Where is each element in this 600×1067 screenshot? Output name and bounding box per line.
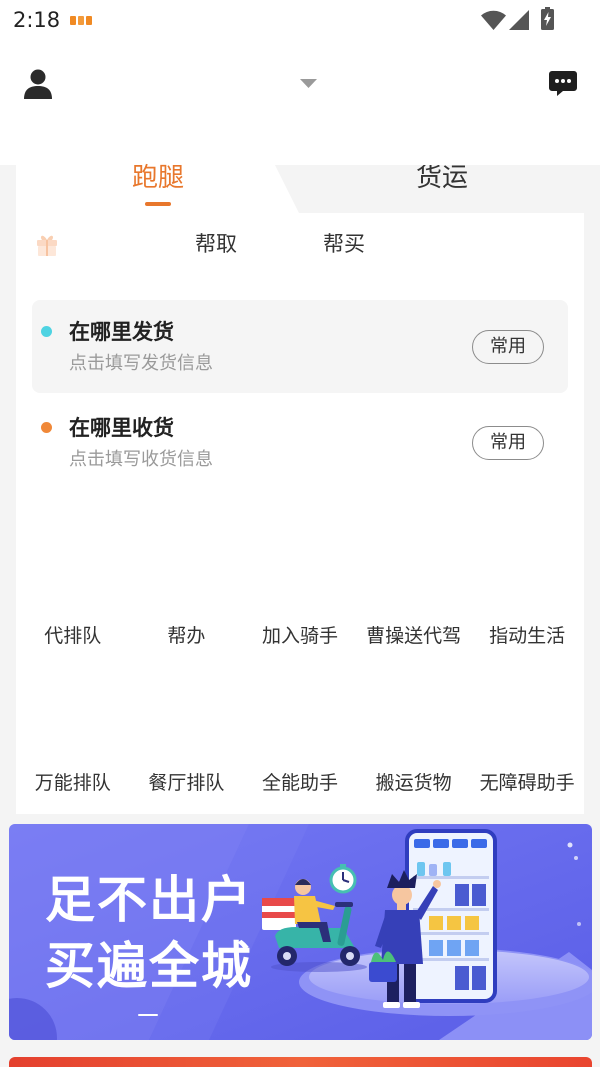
app-notification-icon bbox=[70, 15, 92, 26]
top-header bbox=[0, 42, 600, 165]
service-item[interactable]: 搬运货物 bbox=[357, 667, 471, 814]
service-item[interactable]: 代排队 bbox=[16, 520, 130, 667]
service-item[interactable]: 加入骑手 bbox=[243, 520, 357, 667]
wifi-icon bbox=[481, 10, 506, 30]
messages-button[interactable] bbox=[545, 67, 581, 100]
profile-button[interactable] bbox=[20, 65, 56, 103]
service-item[interactable]: 无障碍助手 bbox=[470, 667, 584, 814]
tab-label: 跑腿 bbox=[131, 163, 184, 193]
chevron-down-icon bbox=[300, 78, 317, 88]
service-label: 帮办 bbox=[167, 625, 206, 647]
status-time: 2:18 bbox=[13, 8, 61, 32]
tab-label: 货运 bbox=[415, 163, 468, 193]
order-card: 跑腿 货运 帮取 帮买 在哪里发货 点击填写发货信息 常用 在哪里收货 点击填写… bbox=[16, 163, 584, 520]
service-label: 曹操送代驾 bbox=[366, 625, 462, 647]
delivery-dot bbox=[41, 422, 52, 433]
delivery-hint: 点击填写收货信息 bbox=[69, 449, 213, 470]
gift-box-icon[interactable] bbox=[36, 233, 58, 256]
delivery-title: 在哪里收货 bbox=[69, 416, 174, 440]
pickup-dot bbox=[41, 326, 52, 337]
tab-huoyun[interactable]: 货运 bbox=[275, 165, 584, 213]
delivery-frequent-button[interactable]: 常用 bbox=[472, 426, 544, 460]
header-dropdown-button[interactable] bbox=[294, 71, 323, 95]
banner-headline: 足不出户 bbox=[45, 871, 253, 929]
service-tab-bar: 跑腿 货运 bbox=[16, 163, 584, 213]
services-grid: 代排队 帮办 加入骑手 曹操送代驾 指动生活 万能排队 餐厅排队 全能助手 搬运… bbox=[16, 520, 584, 814]
pickup-title: 在哪里发货 bbox=[69, 320, 174, 344]
battery-charging-icon bbox=[541, 7, 554, 30]
service-item[interactable]: 曹操送代驾 bbox=[357, 520, 471, 667]
user-icon bbox=[24, 69, 52, 99]
carousel-indicator bbox=[138, 1014, 158, 1016]
service-label: 无障碍助手 bbox=[479, 772, 575, 794]
service-item[interactable]: 指动生活 bbox=[470, 520, 584, 667]
banner-illustration bbox=[9, 824, 592, 1040]
secondary-promo-banner[interactable] bbox=[9, 1057, 592, 1067]
delivery-address-row[interactable]: 在哪里收货 点击填写收货信息 常用 bbox=[32, 396, 568, 489]
service-label: 餐厅排队 bbox=[148, 772, 225, 794]
banner-headline: 买遍全城 bbox=[45, 937, 253, 995]
service-item[interactable]: 餐厅排队 bbox=[130, 667, 244, 814]
service-label: 全能助手 bbox=[261, 772, 338, 794]
service-item[interactable]: 帮办 bbox=[130, 520, 244, 667]
pickup-hint: 点击填写发货信息 bbox=[69, 353, 213, 374]
promo-carousel-banner[interactable]: 足不出户 买遍全城 bbox=[9, 824, 592, 1040]
pickup-frequent-button[interactable]: 常用 bbox=[472, 330, 544, 364]
service-label: 搬运货物 bbox=[375, 772, 452, 794]
sub-tab-bangqu[interactable]: 帮取 bbox=[176, 232, 256, 256]
service-item[interactable]: 万能排队 bbox=[16, 667, 130, 814]
sub-tab-bangmai[interactable]: 帮买 bbox=[304, 232, 384, 256]
pickup-address-row[interactable]: 在哪里发货 点击填写发货信息 常用 bbox=[32, 300, 568, 393]
service-label: 万能排队 bbox=[34, 772, 111, 794]
active-tab-indicator bbox=[145, 202, 171, 206]
status-bar: 2:18 bbox=[0, 0, 600, 42]
service-label: 加入骑手 bbox=[261, 625, 338, 647]
sub-tab-bar: 帮取 帮买 bbox=[16, 225, 584, 265]
message-icon bbox=[549, 71, 577, 96]
cellular-signal-icon bbox=[509, 10, 529, 30]
service-item[interactable]: 全能助手 bbox=[243, 667, 357, 814]
service-label: 指动生活 bbox=[489, 625, 566, 647]
screen: 2:18 跑腿 货运 帮取 帮买 在哪里发货 点击填写发货信息 常用 在哪里收货… bbox=[0, 0, 600, 1067]
service-label: 代排队 bbox=[44, 625, 102, 647]
